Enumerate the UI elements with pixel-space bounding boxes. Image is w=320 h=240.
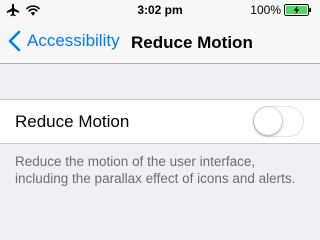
reduce-motion-label: Reduce Motion	[15, 112, 130, 131]
page-title: Reduce Motion	[131, 33, 253, 52]
navigation-bar: Accessibility Reduce Motion	[0, 20, 320, 64]
reduce-motion-cell: Reduce Motion	[0, 99, 320, 144]
status-bar: 3:02 pm 100%	[0, 0, 320, 20]
reduce-motion-description: Reduce the motion of the user interface,…	[15, 154, 296, 186]
chevron-left-icon	[8, 30, 21, 52]
battery-percentage: 100%	[250, 3, 281, 17]
status-right: 100%	[250, 3, 314, 17]
toggle-knob	[254, 107, 282, 135]
reduce-motion-toggle[interactable]	[253, 106, 304, 137]
battery-icon	[284, 4, 311, 16]
back-button-label: Accessibility	[27, 31, 120, 50]
back-button[interactable]: Accessibility	[8, 30, 120, 52]
